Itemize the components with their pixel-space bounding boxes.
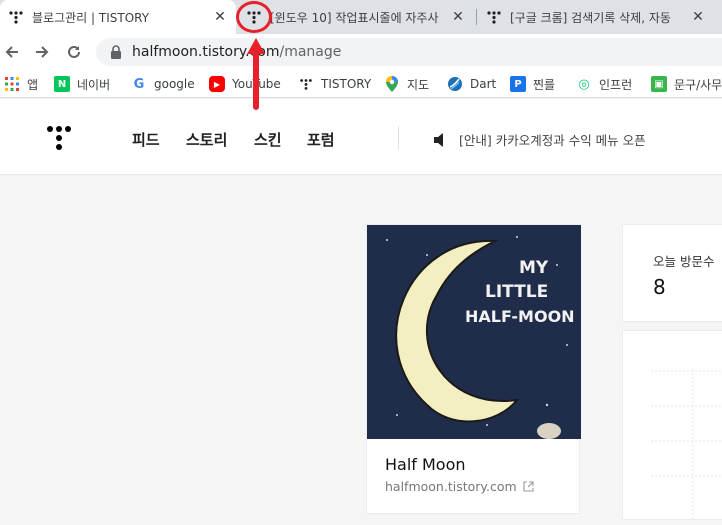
bookmark-label: google — [154, 77, 195, 91]
notice-link[interactable]: [안내] 카카오계정과 수익 메뉴 오픈 — [433, 130, 646, 149]
bookmark-jjinreul[interactable]: P 찐를 — [510, 74, 555, 94]
menu-forum[interactable]: 포럼 — [307, 129, 335, 150]
bookmarks-bar: 앱 N 네이버 G google ▶ YouTube TISTORY 지도 Da… — [0, 70, 722, 98]
bookmark-label: 지도 — [407, 77, 430, 92]
bookmark-label: 네이버 — [77, 77, 111, 92]
arrow-right-icon — [36, 46, 49, 58]
menu-story[interactable]: 스토리 — [186, 129, 227, 150]
bookmark-maps[interactable]: 지도 — [384, 74, 429, 94]
bookmark-inflearn[interactable]: ◎ 인프런 — [576, 74, 632, 94]
arrow-left-icon — [5, 46, 18, 58]
bookmark-label: 찐를 — [533, 77, 556, 92]
bookmark-naver[interactable]: N 네이버 — [54, 74, 110, 94]
annotation-circle — [236, 1, 272, 33]
tistory-icon — [298, 76, 314, 92]
green-square-icon: ▣ — [651, 76, 667, 92]
tistory-favicon-icon — [486, 9, 502, 25]
youtube-icon: ▶ — [209, 76, 225, 92]
today-visitors-card: 오늘 방문수 8 — [622, 224, 722, 322]
blog-url-link[interactable]: halfmoon.tistory.com — [385, 479, 534, 494]
bookmark-tistory[interactable]: TISTORY — [298, 74, 371, 94]
cover-text-half-moon: HALF-MOON — [465, 307, 575, 326]
bookmark-label: Dart — [470, 77, 497, 91]
bookmark-label: 문구/사무 — [674, 77, 722, 92]
tab-windows-taskbar[interactable]: [윈도우 10] 작업표시줄에 자주사 ✕ — [238, 0, 474, 34]
tab-title: [구글 크롬] 검색기록 삭제, 자동 — [510, 10, 671, 25]
tab-title: 블로그관리 | TISTORY — [32, 10, 150, 25]
address-bar[interactable]: halfmoon.tistory.com/manage — [96, 38, 722, 66]
bookmark-label: 앱 — [27, 77, 39, 92]
tab-separator — [476, 9, 477, 25]
browser-tab-bar: 블로그관리 | TISTORY ✕ [윈도우 10] 작업표시줄에 자주사 ✕ … — [0, 0, 722, 34]
blue-square-icon: P — [510, 76, 526, 92]
cover-text-my: MY — [519, 258, 549, 278]
menu-feed[interactable]: 피드 — [132, 129, 160, 150]
annotation-arrow-icon — [247, 38, 265, 110]
notice-text: [안내] 카카오계정과 수익 메뉴 오픈 — [459, 133, 646, 148]
bookmark-youtube[interactable]: ▶ YouTube — [209, 74, 281, 94]
blog-url-text: halfmoon.tistory.com — [385, 479, 517, 494]
blog-name[interactable]: Half Moon — [385, 455, 466, 474]
tab-chrome-history[interactable]: [구글 크롬] 검색기록 삭제, 자동 ✕ — [478, 0, 714, 34]
reload-button[interactable] — [62, 40, 86, 64]
forward-button[interactable] — [30, 40, 54, 64]
url-text: halfmoon.tistory.com/manage — [132, 44, 341, 60]
google-icon: G — [133, 76, 145, 92]
back-button[interactable] — [0, 40, 24, 64]
speaker-icon — [434, 132, 443, 147]
cover-text-little: LITTLE — [485, 282, 548, 302]
header-divider — [398, 126, 399, 150]
tistory-favicon-icon — [8, 9, 24, 25]
tistory-logo-icon[interactable] — [46, 125, 72, 151]
dart-icon — [447, 76, 463, 92]
tab-title: [윈도우 10] 작업표시줄에 자주사 — [270, 10, 439, 25]
tab-close-icon[interactable]: ✕ — [212, 9, 228, 25]
tab-tistory-manage[interactable]: 블로그관리 | TISTORY ✕ — [0, 0, 236, 34]
bookmark-label: TISTORY — [321, 77, 372, 91]
tab-close-icon[interactable]: ✕ — [450, 9, 466, 25]
today-visitors-label: 오늘 방문수 — [653, 254, 715, 269]
reload-icon — [68, 45, 80, 58]
today-visitors-value: 8 — [653, 275, 666, 299]
bookmark-label: 인프런 — [599, 77, 633, 92]
external-link-icon — [523, 481, 534, 492]
menu-skin[interactable]: 스킨 — [254, 129, 282, 150]
maps-pin-icon — [384, 76, 400, 92]
tab-close-icon[interactable]: ✕ — [690, 9, 706, 25]
visitors-chart-card — [622, 330, 722, 521]
tistory-header: 피드 스토리 스킨 포럼 [안내] 카카오계정과 수익 메뉴 오픈 — [0, 99, 722, 175]
bookmark-apps[interactable]: 앱 — [4, 74, 38, 94]
apps-grid-icon — [4, 76, 20, 92]
url-path: /manage — [279, 44, 342, 60]
blog-cover-image[interactable]: MY LITTLE HALF-MOON — [367, 225, 581, 439]
bookmark-stationery[interactable]: ▣ 문구/사무 — [651, 74, 722, 94]
blog-card[interactable]: MY LITTLE HALF-MOON Half Moon halfmoon.t… — [366, 224, 581, 514]
inflearn-icon: ◎ — [578, 76, 590, 92]
browser-toolbar: halfmoon.tistory.com/manage — [0, 34, 722, 70]
bookmark-google[interactable]: G google — [131, 74, 195, 94]
naver-icon: N — [54, 76, 70, 92]
bookmark-dart[interactable]: Dart — [447, 74, 496, 94]
lock-icon — [111, 45, 121, 59]
